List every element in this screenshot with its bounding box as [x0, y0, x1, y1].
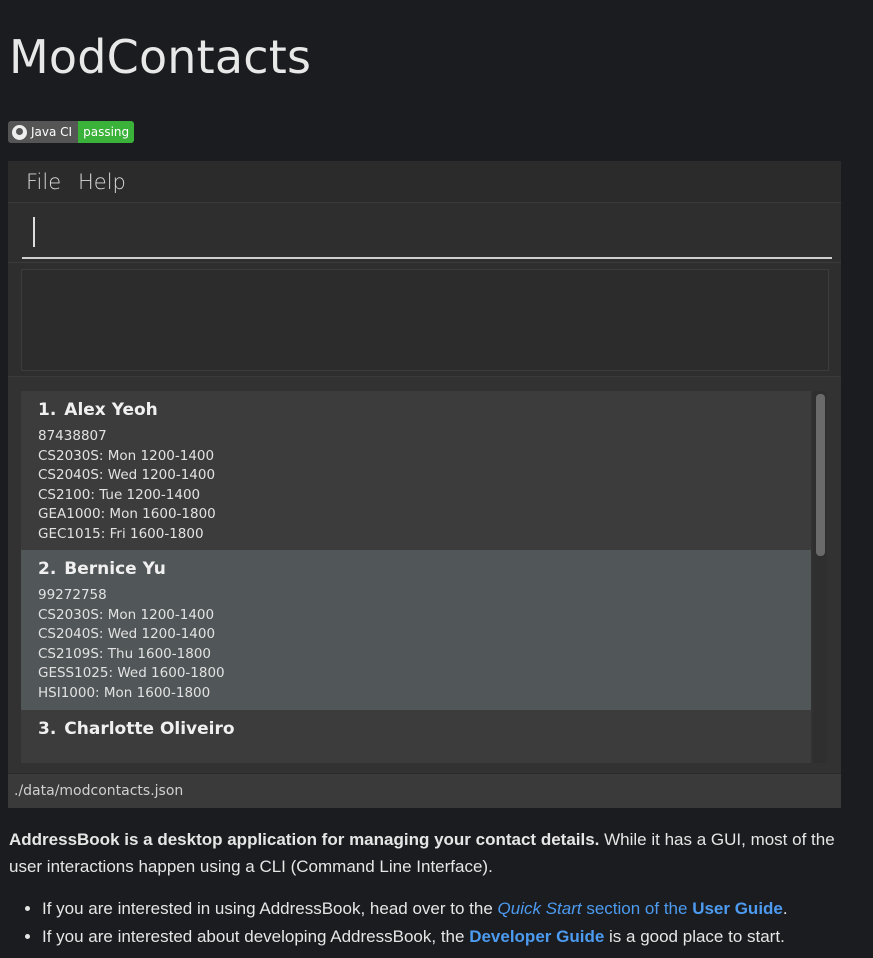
person-name-text: Charlotte Oliveiro	[64, 719, 235, 739]
person-name: 2. Bernice Yu	[38, 559, 166, 579]
description-paragraph: AddressBook is a desktop application for…	[9, 826, 854, 880]
developer-guide-link[interactable]: Developer Guide	[469, 927, 604, 946]
quick-start-link[interactable]: Quick Start	[498, 899, 582, 918]
badge-label-section: Java CI	[8, 121, 79, 143]
person-module: GESS1025: Wed 1600-1800	[38, 665, 225, 682]
person-list: 1. Alex Yeoh 87438807 CS2030S: Mon 1200-1…	[21, 391, 811, 763]
person-card[interactable]: 1. Alex Yeoh 87438807 CS2030S: Mon 1200-1…	[21, 391, 811, 551]
person-name: 3. Charlotte Oliveiro	[38, 719, 235, 739]
person-module: CS2040S: Wed 1200-1400	[38, 626, 216, 643]
bullet-text: If you are interested about developing A…	[42, 926, 470, 946]
bullet-text: is a good place to start.	[604, 926, 785, 946]
result-display	[8, 263, 841, 377]
person-module: CS2040S: Wed 1200-1400	[38, 467, 216, 484]
person-phone: 87438807	[38, 428, 107, 444]
page-title: ModContacts	[9, 30, 312, 84]
result-text-box[interactable]	[21, 269, 829, 371]
menu-bar: File Help	[8, 161, 841, 203]
person-module: CS2109S: Thu 1600-1800	[38, 645, 211, 662]
description-bold: AddressBook is a desktop application for…	[9, 830, 600, 849]
person-name-text: Alex Yeoh	[64, 400, 158, 420]
bullet-text: .	[782, 899, 788, 918]
person-module: GEC1015: Fri 1600-1800	[38, 525, 204, 542]
badge-status: passing	[78, 121, 135, 143]
user-guide-link[interactable]: User Guide	[692, 899, 783, 918]
guide-links-list: If you are interested in using AddressBo…	[9, 895, 788, 950]
person-details: 99272758 CS2030S: Mon 1200-1400 CS2040S:…	[38, 586, 225, 704]
menu-file[interactable]: File	[26, 170, 61, 194]
person-module: HSI1000: Mon 1600-1800	[38, 684, 211, 701]
bullet-text: If you are interested in using AddressBo…	[42, 899, 498, 918]
person-card-selected[interactable]: 2. Bernice Yu 99272758 CS2030S: Mon 1200-…	[21, 550, 811, 710]
person-module: GEA1000: Mon 1600-1800	[38, 506, 216, 523]
person-index: 1.	[38, 400, 57, 420]
list-scrollbar[interactable]	[813, 391, 827, 763]
scrollbar-thumb[interactable]	[816, 394, 825, 556]
text-caret	[33, 217, 35, 247]
ci-status-badge[interactable]: Java CI passing	[8, 121, 135, 143]
person-module: CS2100: Tue 1200-1400	[38, 486, 201, 503]
person-module: CS2030S: Mon 1200-1400	[38, 606, 215, 623]
person-phone: 99272758	[38, 587, 107, 603]
person-name: 1. Alex Yeoh	[38, 400, 158, 420]
badge-label: Java CI	[31, 125, 73, 139]
menu-help[interactable]: Help	[78, 170, 126, 194]
person-name-text: Bernice Yu	[64, 559, 166, 579]
status-bar: ./data/modcontacts.json	[8, 773, 841, 808]
person-list-panel: 1. Alex Yeoh 87438807 CS2030S: Mon 1200-1…	[8, 377, 841, 773]
app-window: File Help 1. Alex Yeoh 87438807 CS2030S: …	[8, 161, 841, 808]
github-icon	[12, 124, 27, 140]
person-card[interactable]: 3. Charlotte Oliveiro	[21, 710, 811, 763]
person-module: CS2030S: Mon 1200-1400	[38, 447, 215, 464]
data-file-path: ./data/modcontacts.json	[14, 783, 184, 799]
list-item: If you are interested in using AddressBo…	[42, 895, 788, 923]
section-of-text[interactable]: section of the	[582, 899, 693, 918]
person-details: 87438807 CS2030S: Mon 1200-1400 CS2040S:…	[38, 427, 216, 545]
person-index: 3.	[38, 719, 57, 739]
command-input[interactable]	[22, 211, 832, 259]
command-box	[8, 203, 841, 263]
person-index: 2.	[38, 559, 57, 579]
list-item: If you are interested about developing A…	[42, 923, 788, 951]
